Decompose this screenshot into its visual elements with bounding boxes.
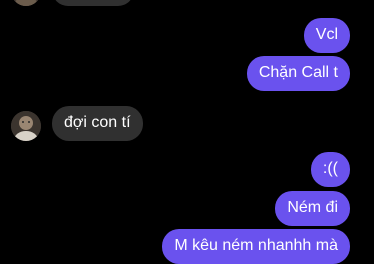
message-bubble-outgoing[interactable]: Chặn Call t — [246, 56, 350, 91]
message-bubble-outgoing[interactable]: Vcl — [303, 18, 350, 53]
avatar-photo-icon — [11, 0, 41, 6]
message-bubble-incoming[interactable]: đợi con tí — [52, 106, 143, 141]
message-bubble-outgoing[interactable]: :(( — [310, 152, 350, 187]
contact-avatar-icon[interactable] — [11, 111, 41, 141]
contact-avatar-icon[interactable] — [11, 0, 41, 6]
message-bubble-outgoing[interactable]: Ném đi — [275, 191, 350, 226]
avatar-photo-icon — [11, 111, 41, 141]
message-bubble-incoming[interactable] — [52, 0, 134, 6]
message-bubble-outgoing[interactable]: M kêu ném nhanhh mà — [162, 229, 350, 264]
